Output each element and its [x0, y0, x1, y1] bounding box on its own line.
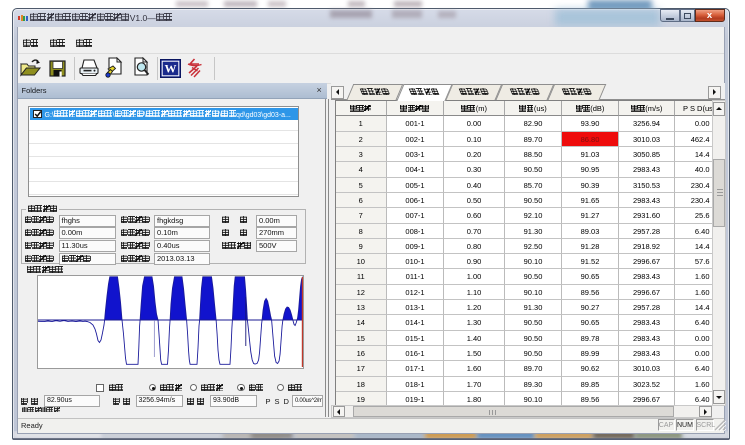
svg-text:W: W: [165, 62, 177, 76]
